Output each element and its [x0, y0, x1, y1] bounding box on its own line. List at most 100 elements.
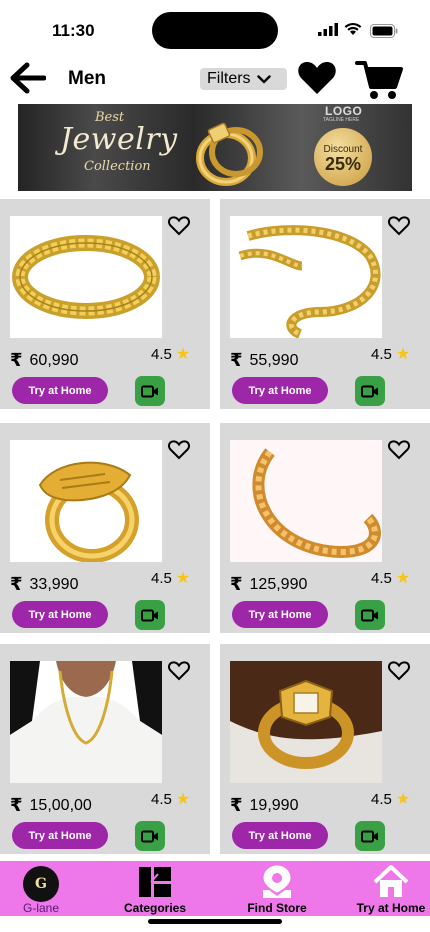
home-icon: [373, 865, 409, 897]
banner-right-edge: [412, 104, 430, 191]
filters-label: Filters: [207, 70, 251, 87]
heart-outline-icon[interactable]: [168, 440, 190, 460]
price-value: 125,990: [249, 575, 308, 593]
video-camera-icon: [141, 385, 158, 397]
banner-logo-text: LOGO: [325, 104, 363, 118]
product-image[interactable]: [10, 440, 162, 562]
nav-label-find-store: Find Store: [247, 901, 307, 915]
nav-item-try-at-home[interactable]: Try at Home: [352, 861, 430, 916]
try-at-home-button[interactable]: Try at Home: [232, 601, 328, 628]
star-icon: ★: [395, 791, 411, 808]
video-call-button[interactable]: [135, 821, 165, 851]
nav-label-try-at-home: Try at Home: [356, 901, 426, 915]
dynamic-island: [152, 12, 278, 49]
product-rating: 4.5 ★: [151, 789, 190, 809]
try-at-home-button[interactable]: Try at Home: [12, 822, 108, 849]
product-price: ₹15,00,00: [10, 795, 92, 816]
banner-tagline-text: TAGLINE HERE: [323, 117, 360, 123]
product-price: ₹125,990: [230, 574, 307, 595]
rating-value: 4.5: [151, 345, 172, 363]
product-card[interactable]: ₹33,990 4.5 ★ Try at Home: [0, 423, 210, 633]
wifi-icon: [344, 22, 362, 35]
video-call-button[interactable]: [355, 821, 385, 851]
product-price: ₹19,990: [230, 795, 298, 816]
try-at-home-button[interactable]: Try at Home: [12, 377, 108, 404]
glane-logo: G: [23, 866, 59, 902]
heart-outline-icon[interactable]: [168, 661, 190, 681]
nav-item-glane[interactable]: G G-lane: [12, 861, 70, 916]
product-image[interactable]: [230, 661, 382, 783]
rating-value: 4.5: [371, 569, 392, 587]
video-camera-icon: [141, 609, 158, 621]
rating-value: 4.5: [371, 345, 392, 363]
banner-ring-image: [196, 122, 263, 186]
product-card[interactable]: ₹125,990 4.5 ★ Try at Home: [220, 423, 430, 633]
star-icon: ★: [175, 570, 191, 587]
product-rating: 4.5 ★: [371, 789, 410, 809]
product-image[interactable]: [230, 216, 382, 338]
product-rating: 4.5 ★: [371, 568, 410, 588]
price-value: 15,00,00: [29, 796, 92, 814]
back-arrow-icon[interactable]: [8, 60, 46, 96]
home-indicator: [148, 919, 282, 924]
rating-value: 4.5: [151, 790, 172, 808]
shopping-cart-icon[interactable]: [355, 59, 403, 101]
video-call-button[interactable]: [355, 376, 385, 406]
page-title: Men: [68, 68, 106, 89]
nav-label-glane: G-lane: [22, 901, 60, 915]
product-rating: 4.5 ★: [151, 568, 190, 588]
product-price: ₹33,990: [10, 574, 78, 595]
header-bar: Men Filters: [0, 58, 430, 104]
video-call-button[interactable]: [135, 376, 165, 406]
promo-banner[interactable]: Best Jewelry Collection LOGO TAGLINE HER…: [0, 104, 430, 191]
banner-jewelry-text: Jewelry: [60, 122, 178, 157]
try-at-home-button[interactable]: Try at Home: [232, 377, 328, 404]
rupee-symbol: ₹: [230, 574, 243, 594]
star-icon: ★: [395, 346, 411, 363]
try-at-home-button[interactable]: Try at Home: [232, 822, 328, 849]
nav-item-categories[interactable]: Categories: [118, 861, 192, 916]
rupee-symbol: ₹: [10, 574, 23, 594]
price-value: 19,990: [249, 796, 299, 814]
status-bar: 11:30: [0, 0, 430, 58]
product-image[interactable]: [230, 440, 382, 562]
video-camera-icon: [141, 830, 158, 842]
rupee-symbol: ₹: [230, 350, 243, 370]
price-value: 33,990: [29, 575, 79, 593]
video-call-button[interactable]: [355, 600, 385, 630]
product-price: ₹55,990: [230, 350, 298, 371]
heart-outline-icon[interactable]: [388, 216, 410, 236]
star-icon: ★: [175, 791, 191, 808]
video-camera-icon: [361, 385, 378, 397]
product-image[interactable]: [10, 661, 162, 783]
product-card[interactable]: ₹60,990 4.5 ★ Try at Home: [0, 199, 210, 409]
product-image[interactable]: [10, 216, 162, 338]
product-card[interactable]: ₹55,990 4.5 ★ Try at Home: [220, 199, 430, 409]
heart-outline-icon[interactable]: [388, 440, 410, 460]
banner-collection-text: Collection: [84, 159, 151, 174]
nav-item-find-store[interactable]: Find Store: [240, 861, 314, 916]
rupee-symbol: ₹: [10, 350, 23, 370]
discount-value: 25%: [324, 154, 362, 174]
price-value: 60,990: [29, 351, 79, 369]
nav-label-categories: Categories: [123, 901, 187, 915]
product-price: ₹60,990: [10, 350, 78, 371]
product-card[interactable]: ₹19,990 4.5 ★ Try at Home: [220, 644, 430, 854]
rupee-symbol: ₹: [10, 795, 23, 815]
video-camera-icon: [361, 609, 378, 621]
product-card[interactable]: ₹15,00,00 4.5 ★ Try at Home: [0, 644, 210, 854]
status-time: 11:30: [52, 21, 95, 40]
product-rating: 4.5 ★: [371, 344, 410, 364]
filters-button[interactable]: Filters: [200, 68, 287, 90]
heart-outline-icon[interactable]: [168, 216, 190, 236]
banner-left-edge: [0, 104, 18, 191]
star-icon: ★: [395, 570, 411, 587]
video-camera-icon: [361, 830, 378, 842]
wishlist-heart-icon[interactable]: [297, 60, 337, 96]
try-at-home-button[interactable]: Try at Home: [12, 601, 108, 628]
chevron-down-icon: [256, 74, 271, 83]
video-call-button[interactable]: [135, 600, 165, 630]
battery-icon: [370, 24, 398, 38]
cellular-signal-icon: [318, 23, 338, 36]
heart-outline-icon[interactable]: [388, 661, 410, 681]
